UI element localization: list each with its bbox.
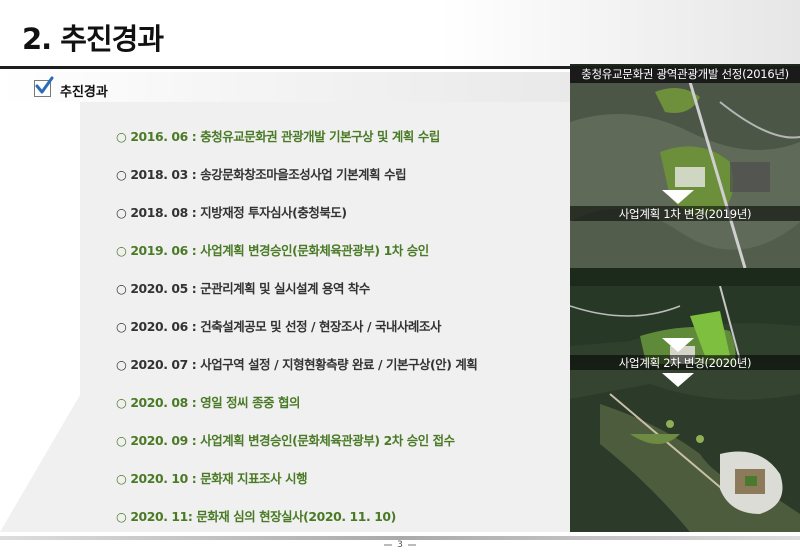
- timeline-item: ○ 2020. 08 : 영일 정씨 종중 협의: [116, 395, 300, 410]
- arrow-down-icon: [662, 190, 694, 204]
- timeline-item: ○ 2020. 07 : 사업구역 설정 / 지형현황측량 완료 / 기본구상(…: [116, 357, 478, 372]
- timeline-item: ○ 2020. 05 : 군관리계획 및 실시설계 용역 착수: [116, 281, 370, 296]
- timeline-item: ○ 2020. 09 : 사업계획 변경승인(문화체육관광부) 2차 승인 접수: [116, 433, 455, 448]
- checkbox-checked-icon: [34, 76, 54, 97]
- panel-decoration: [0, 395, 80, 532]
- timeline-item: ○ 2018. 08 : 지방재정 투자심사(충청북도): [116, 205, 347, 220]
- map-caption-2016: 충청유교문화권 광역관광개발 선정(2016년): [570, 66, 800, 83]
- aerial-map-2016: [570, 81, 800, 269]
- arrow-down-icon: [662, 373, 694, 387]
- page-title: 2. 추진경과: [22, 22, 164, 56]
- aerial-map-panel: [570, 64, 800, 532]
- aerial-map-2020: [570, 364, 800, 532]
- timeline-item: ○ 2020. 10 : 문화재 지표조사 시행: [116, 471, 308, 486]
- arrow-down-icon: [662, 338, 694, 352]
- timeline-item: ○ 2019. 06 : 사업계획 변경승인(문화체육관광부) 1차 승인: [116, 243, 429, 258]
- page-number: 3: [0, 540, 800, 550]
- timeline-item: ○ 2020. 06 : 건축설계공모 및 선정 / 현장조사 / 국내사례조사: [116, 319, 441, 334]
- timeline-list: ○ 2016. 06 : 충청유교문화권 관광개발 기본구상 및 계획 수립 ○…: [116, 127, 478, 545]
- map-caption-2019: 사업계획 1차 변경(2019년): [570, 206, 800, 221]
- section-title: 추진경과: [60, 85, 108, 100]
- map-caption-2020: 사업계획 2차 변경(2020년): [570, 355, 800, 370]
- page-number-value: 3: [397, 540, 403, 550]
- timeline-item: ○ 2018. 03 : 송강문화창조마을조성사업 기본계획 수립: [116, 167, 407, 182]
- timeline-item: ○ 2016. 06 : 충청유교문화권 관광개발 기본구상 및 계획 수립: [116, 129, 440, 144]
